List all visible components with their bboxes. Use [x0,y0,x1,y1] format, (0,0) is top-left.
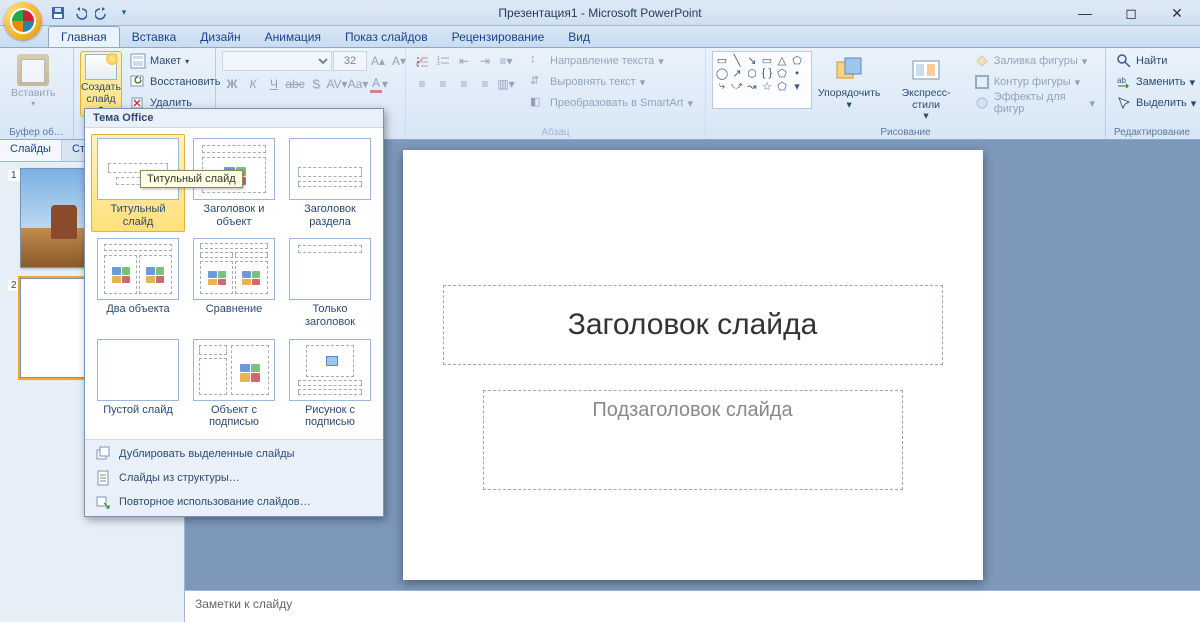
shape-effects-button[interactable]: Эффекты для фигур ▾ [970,93,1099,113]
layout-content-caption[interactable]: Объект с подписью [187,335,281,433]
decrease-indent-button[interactable]: ⇤ [454,51,474,71]
window-restore-button[interactable]: ◻ [1108,0,1154,26]
arrange-button[interactable]: Упорядочить▾ [816,51,882,117]
current-slide: Заголовок слайда Подзаголовок слайда [403,150,983,580]
office-button[interactable] [4,2,42,40]
layout-comparison[interactable]: Сравнение [187,234,281,332]
shapes-gallery[interactable]: ▭╲↘▭△⬠ ◯↗⬡{ }⬠⬩ ⤷⤻↝☆⬠▾ [712,51,812,109]
find-icon [1116,53,1132,69]
reset-icon [130,74,146,90]
font-size-input[interactable] [333,51,367,71]
fill-icon [974,53,990,69]
layout-two-content[interactable]: Два объекта [91,234,185,332]
tab-view[interactable]: Вид [556,27,602,47]
grow-font-button[interactable]: A▴ [368,51,388,71]
layout-title-only[interactable]: Только заголовок [283,234,377,332]
shadow-button[interactable]: S [306,74,326,94]
layout-gallery-header: Тема Office [85,109,383,128]
align-text-icon: ⇵ [530,74,546,90]
window-minimize-button[interactable]: — [1062,0,1108,26]
reset-button[interactable]: Восстановить [126,72,224,92]
layout-icon [130,53,146,69]
bullets-button[interactable] [412,51,432,71]
reuse-slides-item[interactable]: Повторное использование слайдов… [85,490,383,514]
text-direction-icon: ↕ [530,53,546,69]
select-icon [1116,95,1132,111]
char-spacing-button[interactable]: AV▾ [327,74,347,94]
align-text-button[interactable]: ⇵Выровнять текст ▾ [526,72,697,92]
reuse-icon [95,494,111,510]
align-right-button[interactable]: ≡ [454,74,474,94]
bold-button[interactable]: Ж [222,74,242,94]
svg-text:ab: ab [1117,76,1126,85]
font-family-select[interactable] [222,51,332,71]
layout-blank[interactable]: Пустой слайд [91,335,185,433]
svg-text:2: 2 [437,61,440,67]
font-color-button[interactable]: A▾ [369,74,389,94]
group-paragraph-label: Абзац [406,127,705,138]
outline-file-icon [95,470,111,486]
window-title: Презентация1 - Microsoft PowerPoint [0,6,1200,20]
shape-fill-button[interactable]: Заливка фигуры ▾ [970,51,1099,71]
quick-access-toolbar: ▾ [48,3,134,23]
group-drawing-label: Рисование [706,127,1105,138]
find-button[interactable]: Найти [1112,51,1200,71]
strike-button[interactable]: abc [285,74,305,94]
qat-save-icon[interactable] [48,3,68,23]
quick-styles-button[interactable]: Экспресс-стили▾ [886,51,965,117]
change-case-button[interactable]: Aa▾ [348,74,368,94]
tab-review[interactable]: Рецензирование [440,27,557,47]
subtitle-placeholder[interactable]: Подзаголовок слайда [483,390,903,490]
duplicate-slides-item[interactable]: Дублировать выделенные слайды [85,442,383,466]
tab-home[interactable]: Главная [48,26,120,47]
quick-styles-icon [910,54,942,86]
convert-smartart-button[interactable]: ◧Преобразовать в SmartArt ▾ [526,93,697,113]
window-close-button[interactable]: ✕ [1154,0,1200,26]
align-center-button[interactable]: ≡ [433,74,453,94]
select-button[interactable]: Выделить ▾ [1112,93,1200,113]
arrange-icon [833,54,865,86]
text-direction-button[interactable]: ↕Направление текста ▾ [526,51,697,71]
duplicate-icon [95,446,111,462]
increase-indent-button[interactable]: ⇥ [475,51,495,71]
group-clipboard-label: Буфер об… [0,127,73,138]
italic-button[interactable]: К [243,74,263,94]
tab-design[interactable]: Дизайн [188,27,252,47]
layout-picture-caption[interactable]: Рисунок с подписью [283,335,377,433]
qat-redo-icon[interactable] [92,3,112,23]
effects-icon [974,95,990,111]
tab-insert[interactable]: Вставка [120,27,189,47]
align-left-button[interactable]: ≡ [412,74,432,94]
ribbon-tabs: Главная Вставка Дизайн Анимация Показ сл… [0,26,1200,48]
justify-button[interactable]: ≡ [475,74,495,94]
numbering-button[interactable]: 12 [433,51,453,71]
layout-tooltip: Титульный слайд [140,170,243,188]
slides-from-outline-item[interactable]: Слайды из структуры… [85,466,383,490]
layout-button[interactable]: Макет ▾ [126,51,224,71]
notes-pane[interactable]: Заметки к слайду [185,590,1200,622]
paste-button[interactable]: Вставить▾ [6,51,61,117]
line-spacing-button[interactable]: ≡▾ [496,51,516,71]
tab-slideshow[interactable]: Показ слайдов [333,27,440,47]
qat-undo-icon[interactable] [70,3,90,23]
new-slide-label: Создать слайд [81,82,121,105]
smartart-icon: ◧ [530,95,546,111]
qat-customize-icon[interactable]: ▾ [114,3,134,23]
columns-button[interactable]: ▥▾ [496,74,516,94]
title-placeholder[interactable]: Заголовок слайда [443,285,943,365]
tab-animation[interactable]: Анимация [253,27,333,47]
replace-button[interactable]: abЗаменить ▾ [1112,72,1200,92]
layout-section-header[interactable]: Заголовок раздела [283,134,377,232]
title-bar: ▾ Презентация1 - Microsoft PowerPoint — … [0,0,1200,26]
underline-button[interactable]: Ч [264,74,284,94]
shape-outline-button[interactable]: Контур фигуры ▾ [970,72,1099,92]
group-editing-label: Редактирование [1106,127,1198,138]
outline-icon [974,74,990,90]
side-tab-slides[interactable]: Слайды [0,140,62,161]
replace-icon: ab [1116,74,1132,90]
paste-label: Вставить [11,88,56,100]
